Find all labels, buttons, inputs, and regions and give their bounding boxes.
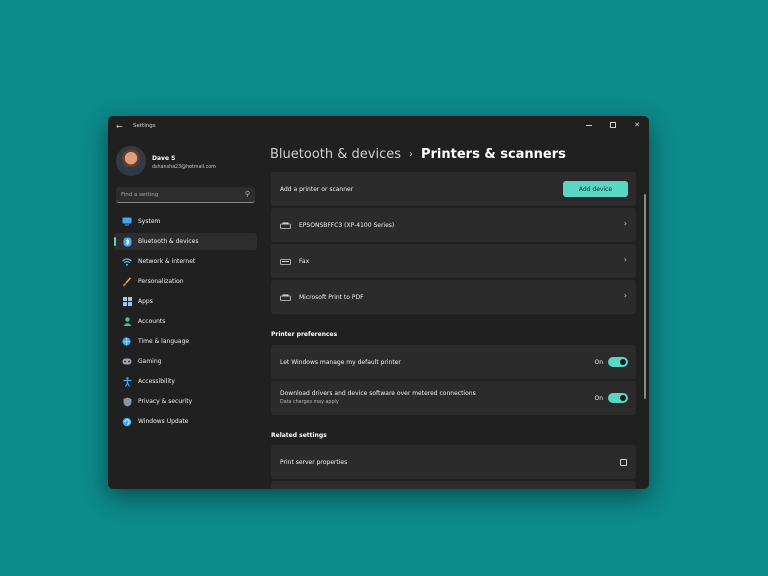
apps-icon <box>122 297 132 307</box>
profile-name: Dave S <box>152 155 176 162</box>
avatar <box>116 146 146 176</box>
sidebar-item-accessibility[interactable]: Accessibility <box>114 373 257 390</box>
sidebar-nav: System Bluetooth & devices Network & int… <box>114 213 257 433</box>
wifi-icon <box>122 257 132 267</box>
related-settings-heading: Related settings <box>271 432 327 439</box>
settings-window: ← Settings ✕ Dave S dshansha23@hotmail.c… <box>108 116 649 489</box>
bluetooth-icon <box>122 237 132 247</box>
sidebar-item-personalization[interactable]: Personalization <box>114 273 257 290</box>
add-printer-label: Add a printer or scanner <box>280 186 354 193</box>
sidebar-item-label: Time & language <box>138 338 190 345</box>
page-title: Printers & scanners <box>420 147 566 162</box>
partial-row <box>271 481 636 489</box>
toggle-state-label: On <box>594 359 603 366</box>
sidebar-item-system[interactable]: System <box>114 213 257 230</box>
external-link-icon <box>620 459 627 466</box>
person-icon <box>122 317 132 327</box>
device-name: EPSONSBFFC3 (XP-4100 Series) <box>299 222 395 229</box>
printer-icon <box>280 294 291 301</box>
sidebar-item-label: Windows Update <box>138 418 189 425</box>
sidebar-item-gaming[interactable]: Gaming <box>114 353 257 370</box>
sidebar-item-label: Gaming <box>138 358 162 365</box>
breadcrumb-separator: › <box>408 149 413 160</box>
printer-preferences-heading: Printer preferences <box>271 331 338 338</box>
maximize-icon <box>610 122 616 128</box>
toggle-state-label: On <box>594 395 603 402</box>
title-bar: ← Settings ✕ <box>108 116 649 138</box>
sidebar-item-label: System <box>138 218 161 225</box>
minimize-button[interactable] <box>577 116 601 134</box>
chevron-right-icon: › <box>623 219 627 228</box>
setting-description: Data charges may apply <box>280 400 339 405</box>
related-setting-label: Print server properties <box>280 459 348 466</box>
gamepad-icon <box>122 357 132 367</box>
user-profile[interactable]: Dave S dshansha23@hotmail.com <box>116 146 256 178</box>
sidebar-item-accounts[interactable]: Accounts <box>114 313 257 330</box>
breadcrumb-parent[interactable]: Bluetooth & devices <box>270 147 401 162</box>
breadcrumb: Bluetooth & devices › Printers & scanner… <box>270 147 566 162</box>
update-icon <box>122 417 132 427</box>
fax-icon <box>280 259 291 265</box>
sidebar-item-network-internet[interactable]: Network & internet <box>114 253 257 270</box>
toggle-knob <box>620 359 626 365</box>
sidebar-item-label: Apps <box>138 298 153 305</box>
add-device-button[interactable]: Add device <box>563 181 628 197</box>
minimize-icon <box>586 124 592 126</box>
sidebar-item-apps[interactable]: Apps <box>114 293 257 310</box>
search-input[interactable]: Find a setting ⚲ <box>116 187 255 203</box>
sidebar-item-label: Network & internet <box>138 258 196 265</box>
device-row[interactable]: Fax › <box>271 244 636 278</box>
chevron-right-icon: › <box>623 255 627 264</box>
setting-row-default-printer: Let Windows manage my default printer On <box>271 345 636 379</box>
shield-icon <box>122 397 132 407</box>
sidebar-item-windows-update[interactable]: Windows Update <box>114 413 257 430</box>
setting-label: Let Windows manage my default printer <box>280 359 401 366</box>
default-printer-toggle[interactable] <box>608 357 628 367</box>
device-name: Microsoft Print to PDF <box>299 294 364 301</box>
profile-email: dshansha23@hotmail.com <box>152 165 216 170</box>
brush-icon <box>122 276 132 287</box>
chevron-right-icon: › <box>623 291 627 300</box>
search-icon: ⚲ <box>244 190 250 198</box>
sidebar-item-privacy-security[interactable]: Privacy & security <box>114 393 257 410</box>
add-printer-card: Add a printer or scanner Add device <box>271 172 636 206</box>
setting-label: Download drivers and device software ove… <box>280 390 476 397</box>
close-icon: ✕ <box>634 121 640 129</box>
accessibility-icon <box>122 376 132 387</box>
window-controls: ✕ <box>577 116 649 134</box>
related-setting-row[interactable]: Print server properties <box>271 445 636 479</box>
printer-icon <box>280 222 291 229</box>
device-name: Fax <box>299 258 310 265</box>
app-title: Settings <box>133 123 156 129</box>
sidebar-item-label: Accessibility <box>138 378 175 385</box>
scrollbar[interactable] <box>644 194 646 399</box>
sidebar: Dave S dshansha23@hotmail.com Find a set… <box>108 138 263 489</box>
sidebar-item-label: Personalization <box>138 278 184 285</box>
maximize-button[interactable] <box>601 116 625 134</box>
search-placeholder: Find a setting <box>121 192 159 198</box>
setting-row-metered-downloads: Download drivers and device software ove… <box>271 381 636 415</box>
back-arrow-icon[interactable]: ← <box>116 122 126 132</box>
device-row[interactable]: Microsoft Print to PDF › <box>271 280 636 314</box>
monitor-icon <box>122 217 132 227</box>
main-content: Bluetooth & devices › Printers & scanner… <box>263 138 649 489</box>
sidebar-item-label: Accounts <box>138 318 166 325</box>
metered-downloads-toggle[interactable] <box>608 393 628 403</box>
sidebar-item-label: Bluetooth & devices <box>138 238 199 245</box>
device-row[interactable]: EPSONSBFFC3 (XP-4100 Series) › <box>271 208 636 242</box>
sidebar-item-label: Privacy & security <box>138 398 193 405</box>
close-button[interactable]: ✕ <box>625 116 649 134</box>
sidebar-item-time-language[interactable]: Time & language <box>114 333 257 350</box>
toggle-knob <box>620 395 626 401</box>
globe-clock-icon <box>122 337 132 347</box>
sidebar-item-bluetooth-devices[interactable]: Bluetooth & devices <box>114 233 257 250</box>
